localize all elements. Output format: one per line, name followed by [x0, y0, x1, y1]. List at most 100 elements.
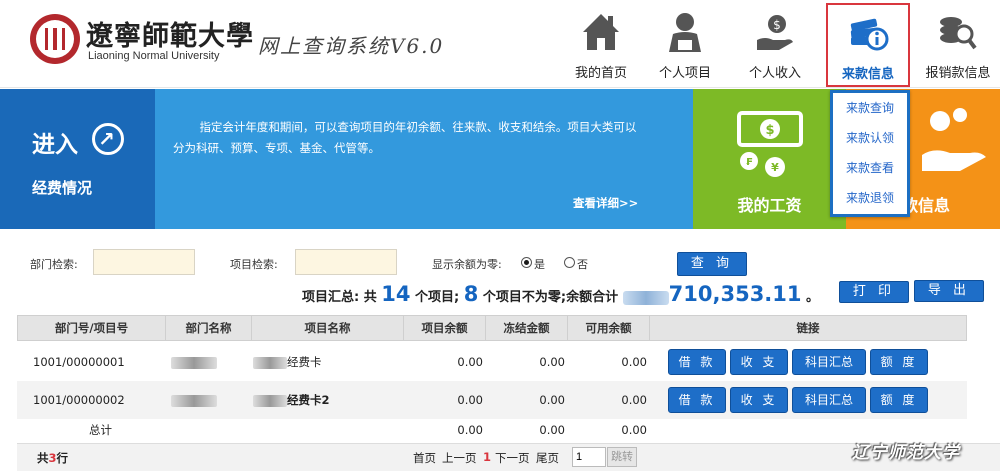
cell-frozen: 0.00 — [539, 393, 565, 407]
hand-coins-icon — [922, 108, 986, 171]
cell-frozen: 0.00 — [539, 355, 565, 369]
university-name-en: Liaoning Normal University — [88, 50, 220, 62]
dropdown-item-claim[interactable]: 来款认领 — [833, 123, 907, 153]
col-project: 项目名称 — [252, 316, 404, 340]
show-zero-no-radio[interactable] — [564, 257, 575, 268]
university-logo[interactable] — [30, 14, 80, 64]
total-label: 总计 — [89, 423, 112, 437]
nav-personal-income[interactable]: $ 个人收入 — [734, 4, 816, 86]
query-button[interactable]: 查 询 — [677, 252, 747, 276]
print-button[interactable]: 打 印 — [839, 281, 909, 303]
show-zero-no-label: 否 — [577, 258, 588, 271]
quota-button[interactable]: 额 度 — [870, 349, 928, 375]
export-button[interactable]: 导 出 — [914, 280, 984, 302]
jump-button[interactable]: 跳转 — [607, 447, 637, 467]
redacted-dept — [171, 394, 217, 407]
col-frozen: 冻结金额 — [486, 316, 568, 340]
first-page-link[interactable]: 首页 — [413, 450, 436, 466]
summary-prefix: 项目汇总: 共 — [302, 290, 377, 305]
project-summary: 项目汇总: 共 14 个项目; 8 个项目不为零;余额合计 710,353.11… — [302, 282, 819, 306]
svg-text:¥: ¥ — [771, 161, 779, 174]
header: 遼寧師範大學 Liaoning Normal University 网上查询系统… — [0, 0, 1000, 88]
col-available: 可用余额 — [568, 316, 650, 340]
redacted-project — [253, 356, 287, 369]
dropdown-item-unclaim[interactable]: 来款退领 — [833, 183, 907, 213]
watermark: 辽宁师范大学 — [852, 443, 960, 463]
dept-search-label: 部门检索: — [30, 258, 78, 271]
income-expense-button[interactable]: 收 支 — [730, 349, 788, 375]
dept-search-input[interactable] — [93, 249, 195, 275]
col-dept: 部门名称 — [166, 316, 252, 340]
quota-button[interactable]: 额 度 — [870, 387, 928, 413]
cell-id: 1001/00000001 — [33, 355, 125, 369]
university-name-cn: 遼寧師範大學 — [86, 21, 254, 52]
page-number-input[interactable] — [572, 447, 606, 467]
row-count: 共3行 — [37, 451, 69, 465]
enter-label: 进入 — [32, 132, 78, 158]
table-row: 1001/00000002 经费卡2 0.00 0.00 0.00 借 款 收 … — [17, 381, 967, 419]
redacted-project — [253, 394, 287, 407]
current-page: 1 — [483, 450, 492, 464]
home-icon — [583, 14, 619, 50]
summary-nonzero-count: 8 — [463, 282, 479, 306]
dropdown-item-view[interactable]: 来款查看 — [833, 153, 907, 183]
loan-button[interactable]: 借 款 — [668, 387, 726, 413]
nav-home-label: 我的首页 — [574, 66, 627, 81]
total-available: 0.00 — [621, 423, 647, 437]
summary-total-count: 14 — [381, 282, 411, 306]
subject-summary-button[interactable]: 科目汇总 — [792, 387, 866, 413]
fund-status-label: 经费情况 — [32, 179, 93, 197]
project-search-input[interactable] — [295, 249, 397, 275]
subject-summary-button[interactable]: 科目汇总 — [792, 349, 866, 375]
incoming-funds-dropdown: 来款查询 来款认领 来款查看 来款退领 — [830, 90, 910, 217]
salary-label: 我的工资 — [737, 196, 802, 215]
cell-available: 0.00 — [621, 393, 647, 407]
summary-mid1: 个项目; — [415, 290, 460, 305]
show-zero-yes-radio[interactable] — [521, 257, 532, 268]
summary-mid2: 个项目不为零;余额合计 — [482, 290, 619, 305]
show-zero-label: 显示余额为零: — [432, 258, 502, 271]
salary-money-icon: $ ₣ ¥ — [737, 111, 803, 177]
arrow-up-right-icon: ↗ — [92, 123, 124, 155]
col-balance: 项目余额 — [404, 316, 486, 340]
dropdown-item-query[interactable]: 来款查询 — [833, 93, 907, 123]
nav-incoming-funds-label: 来款信息 — [841, 67, 894, 82]
nav-personal-income-label: 个人收入 — [748, 66, 801, 81]
loan-button[interactable]: 借 款 — [668, 349, 726, 375]
nav-personal-projects[interactable]: 个人项目 — [644, 4, 726, 86]
cell-id: 1001/00000002 — [33, 393, 125, 407]
cell-balance: 0.00 — [457, 355, 483, 369]
show-zero-yes-label: 是 — [534, 258, 545, 271]
cell-balance: 0.00 — [457, 393, 483, 407]
last-page-link[interactable]: 尾页 — [536, 450, 559, 466]
next-page-link[interactable]: 下一页 — [495, 450, 530, 466]
view-details-link[interactable]: 查看详细>> — [573, 195, 638, 211]
money-info-icon — [850, 18, 889, 51]
col-id: 部门号/项目号 — [18, 316, 166, 340]
nav-personal-projects-label: 个人项目 — [658, 66, 711, 81]
cell-dept — [171, 343, 217, 381]
nav-incoming-funds[interactable]: 来款信息 — [826, 3, 910, 87]
svg-text:$: $ — [773, 18, 781, 32]
filter-area: 部门检索: 项目检索: 显示余额为零: 是 否 查 询 项目汇总: 共 14 个… — [0, 231, 1000, 311]
svg-text:₣: ₣ — [746, 157, 753, 168]
salary-banner[interactable]: $ ₣ ¥ 我的工资 — [693, 89, 846, 229]
total-frozen: 0.00 — [539, 423, 565, 437]
svg-text:$: $ — [765, 123, 774, 138]
description-text: 指定会计年度和期间，可以查询项目的年初余额、往来款、收支和结余。项目大类可以分为… — [173, 120, 637, 155]
cell-available: 0.00 — [621, 355, 647, 369]
income-expense-button[interactable]: 收 支 — [730, 387, 788, 413]
nav-reimbursement[interactable]: 报销款信息 — [916, 4, 1000, 86]
total-balance: 0.00 — [457, 423, 483, 437]
project-search-label: 项目检索: — [230, 258, 278, 271]
fund-status-banner[interactable]: 进入 ↗ 经费情况 — [0, 89, 155, 229]
person-icon — [669, 13, 701, 52]
redacted-dept — [171, 356, 217, 369]
summary-amount: 710,353.11 — [668, 282, 802, 306]
prev-page-link[interactable]: 上一页 — [442, 450, 477, 466]
description-banner: 指定会计年度和期间，可以查询项目的年初余额、往来款、收支和结余。项目大类可以分为… — [155, 89, 693, 229]
system-title: 网上查询系统V6.0 — [258, 34, 445, 58]
cell-project: 经费卡 — [253, 343, 322, 381]
summary-suffix: 。 — [806, 290, 820, 305]
nav-home[interactable]: 我的首页 — [560, 4, 642, 86]
